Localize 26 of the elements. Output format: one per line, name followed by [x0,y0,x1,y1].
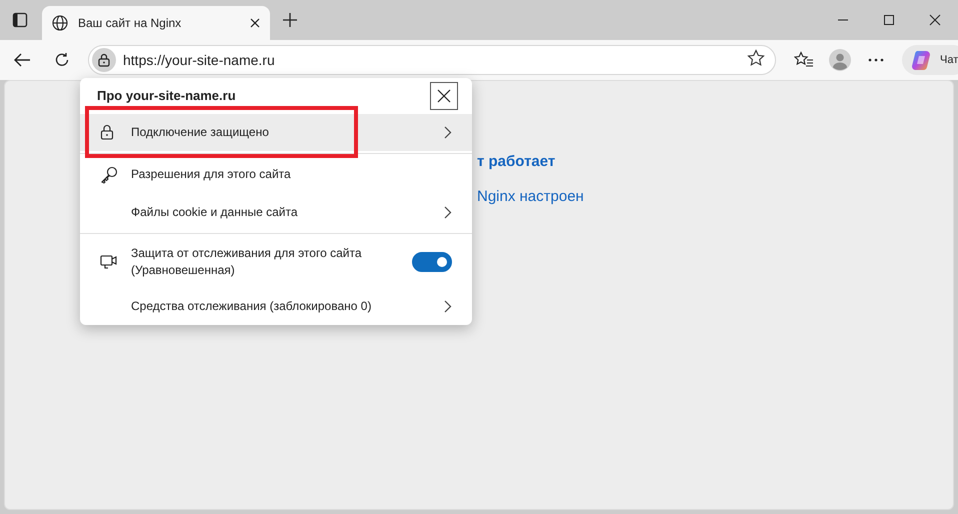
chat-button[interactable]: Чат [902,45,958,75]
close-icon [437,88,451,103]
key-icon [100,166,118,184]
lock-icon[interactable] [92,48,116,72]
address-bar[interactable]: https://your-site-name.ru [88,45,776,75]
close-button[interactable] [430,82,458,110]
menu-item[interactable]: Подключение защищено [80,114,472,152]
setting-row[interactable]: Защита от отслеживания для этого сайта (Уравновешенная) [80,236,472,288]
browser-tab[interactable]: Ваш сайт на Nginx [42,6,270,40]
toggle-switch[interactable] [412,252,452,272]
page-heading: т работает [477,153,556,170]
popup-title: Про your-site-name.ru [97,88,236,104]
chevron-right-icon [444,126,452,139]
globe-icon [52,15,68,31]
camera-icon [100,252,118,271]
lock-icon [100,124,114,140]
chevron-right-icon [444,206,452,219]
menu-item[interactable]: Средства отслеживания (заблокировано 0) [80,287,472,325]
url-text: https://your-site-name.ru [123,52,275,68]
menu-item[interactable]: Файлы cookie и данные сайта [80,194,472,232]
page-text: Nginx настроен [477,188,584,205]
app-logo [910,49,932,71]
menu-item[interactable]: Разрешения для этого сайта [80,156,472,194]
setting-label: Защита от отслеживания для этого сайта (Уравновешенная) [131,244,362,279]
close-tab-icon[interactable] [250,18,260,28]
chevron-right-icon [444,300,452,313]
